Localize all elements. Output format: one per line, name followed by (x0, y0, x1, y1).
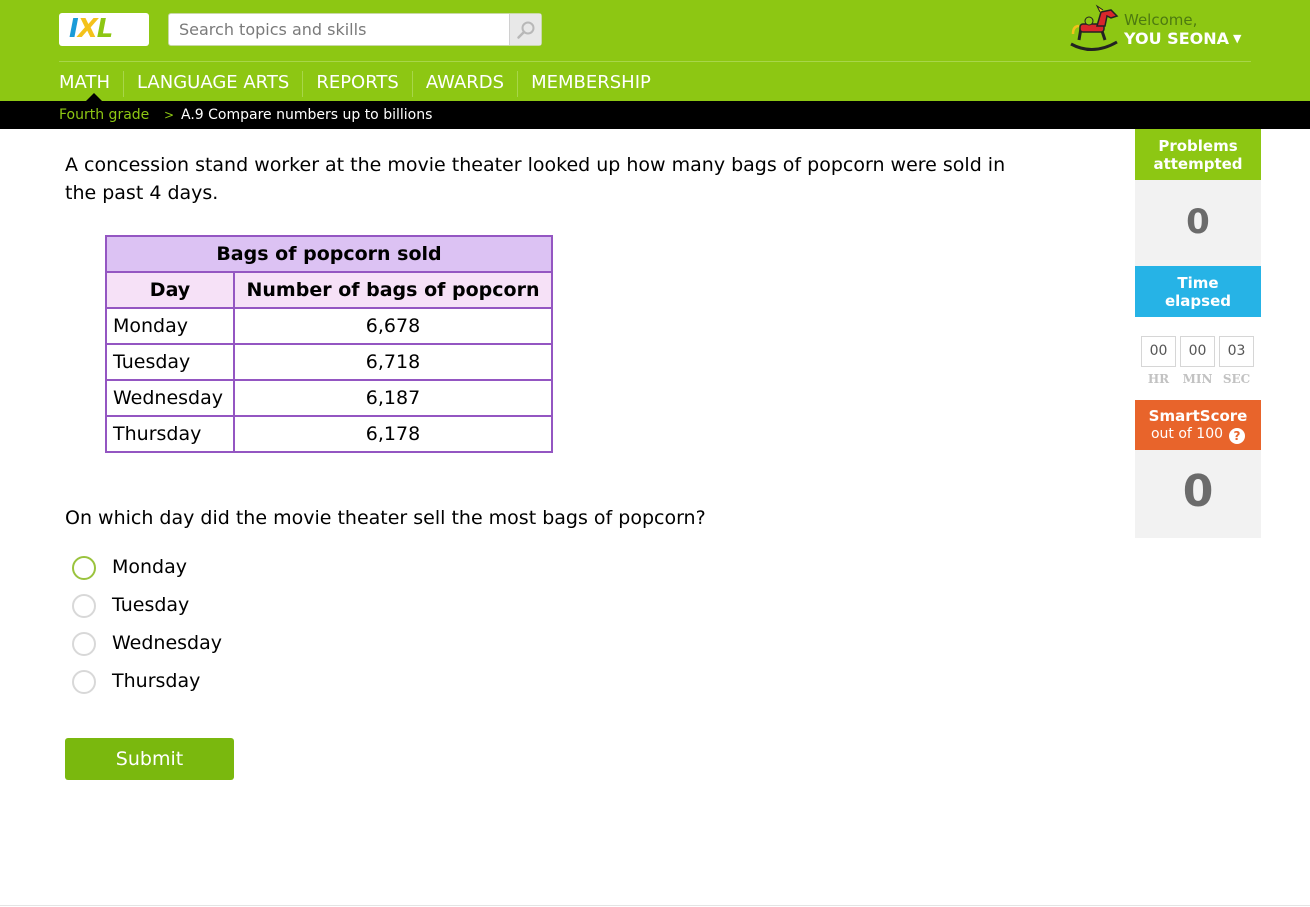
submit-button[interactable]: Submit (65, 738, 234, 780)
search-button[interactable] (509, 14, 541, 45)
choice-label: Wednesday (112, 632, 223, 654)
top-header: IXL Welcome, YOU SEONA (0, 0, 1310, 101)
time-elapsed-label-2: elapsed (1164, 291, 1231, 310)
breadcrumb-grade-link[interactable]: Fourth grade (59, 101, 149, 129)
rocking-horse-icon (1067, 4, 1121, 58)
breadcrumb-skill: A.9 Compare numbers up to billions (181, 107, 433, 123)
breadcrumb: Fourth grade > A.9 Compare numbers up to… (0, 101, 1310, 129)
timer-seconds-label: SEC (1222, 372, 1251, 386)
smartscore-value: 0 (1182, 466, 1214, 517)
problems-attempted-body: 0 (1135, 180, 1261, 266)
ixl-logo[interactable]: IXL (59, 13, 149, 46)
choice-thursday[interactable]: Thursday (72, 669, 272, 707)
logo-letter: L (96, 14, 114, 44)
timer-minutes: 00 (1180, 336, 1215, 367)
footer-divider (0, 905, 1310, 906)
header-divider (59, 61, 1251, 62)
user-menu[interactable]: Welcome, YOU SEONA ▼ (1067, 4, 1267, 56)
radio-button[interactable] (72, 556, 96, 580)
active-nav-indicator (86, 93, 102, 101)
table-cell-count: 6,187 (233, 379, 553, 417)
table-cell-day: Thursday (105, 415, 235, 453)
nav-language-arts[interactable]: LANGUAGE ARTS (122, 71, 302, 97)
timer-hours: 00 (1141, 336, 1176, 367)
choice-tuesday[interactable]: Tuesday (72, 593, 272, 631)
problems-attempted-label-1: Problems (1158, 136, 1238, 155)
table-cell-day: Monday (105, 307, 235, 345)
time-elapsed-label-1: Time (1177, 273, 1219, 292)
time-elapsed-header: Time elapsed (1135, 266, 1261, 317)
caret-down-icon: ▼ (1233, 32, 1242, 45)
username-label[interactable]: YOU SEONA ▼ (1124, 29, 1241, 48)
answer-choices: Monday Tuesday Wednesday Thursday (72, 555, 272, 707)
question-intro: A concession stand worker at the movie t… (65, 154, 1006, 204)
choice-label: Thursday (112, 670, 201, 692)
table-row: Wednesday 6,187 (105, 379, 553, 417)
logo-letter: I (69, 14, 79, 44)
radio-button[interactable] (72, 594, 96, 618)
table-header-day: Day (105, 271, 235, 309)
help-icon[interactable]: ? (1229, 427, 1246, 444)
nav-awards[interactable]: AWARDS (411, 71, 517, 97)
table-row: Tuesday 6,718 (105, 343, 553, 381)
timer-hours-label: HR (1147, 372, 1170, 386)
search-bar (168, 13, 542, 46)
smartscore-subtitle: out of 100? (1135, 425, 1261, 444)
main-nav: MATH LANGUAGE ARTS REPORTS AWARDS MEMBER… (59, 71, 664, 97)
table-row: Monday 6,678 (105, 307, 553, 345)
choice-monday[interactable]: Monday (72, 555, 272, 593)
table-row: Thursday 6,178 (105, 415, 553, 453)
table-cell-count: 6,718 (233, 343, 553, 381)
table-cell-day: Tuesday (105, 343, 235, 381)
search-input[interactable] (169, 14, 509, 45)
breadcrumb-separator: > (164, 108, 175, 122)
timer-seconds: 03 (1219, 336, 1254, 367)
smartscore-header: SmartScore out of 100? (1135, 400, 1261, 450)
table-cell-day: Wednesday (105, 379, 235, 417)
problems-attempted-header: Problems attempted (1135, 129, 1261, 180)
radio-button[interactable] (72, 632, 96, 656)
time-elapsed-body: 00 00 03 HR MIN SEC (1135, 317, 1261, 400)
table-cell-count: 6,678 (233, 307, 553, 345)
nav-membership[interactable]: MEMBERSHIP (517, 71, 664, 97)
welcome-text: Welcome, (1124, 11, 1198, 29)
choice-label: Monday (112, 556, 188, 578)
choice-label: Tuesday (112, 594, 190, 616)
smartscore-sub-text: out of 100 (1150, 425, 1224, 442)
username-text: YOU SEONA (1124, 29, 1230, 48)
logo-letter: X (77, 14, 98, 44)
table-cell-count: 6,178 (233, 415, 553, 453)
nav-reports[interactable]: REPORTS (302, 71, 412, 97)
radio-button[interactable] (72, 670, 96, 694)
smartscore-body: 0 (1135, 450, 1261, 538)
question-prompt: On which day did the movie theater sell … (65, 507, 706, 529)
problems-attempted-label-2: attempted (1153, 154, 1243, 173)
smartscore-label: SmartScore (1148, 406, 1248, 425)
popcorn-table: Bags of popcorn sold Day Number of bags … (105, 235, 553, 453)
choice-wednesday[interactable]: Wednesday (72, 631, 272, 669)
logo-text: IXL (69, 14, 114, 44)
timer-minutes-label: MIN (1182, 372, 1213, 386)
table-title: Bags of popcorn sold (105, 235, 553, 273)
table-header-count: Number of bags of popcorn (233, 271, 553, 309)
problems-attempted-value: 0 (1186, 202, 1210, 242)
